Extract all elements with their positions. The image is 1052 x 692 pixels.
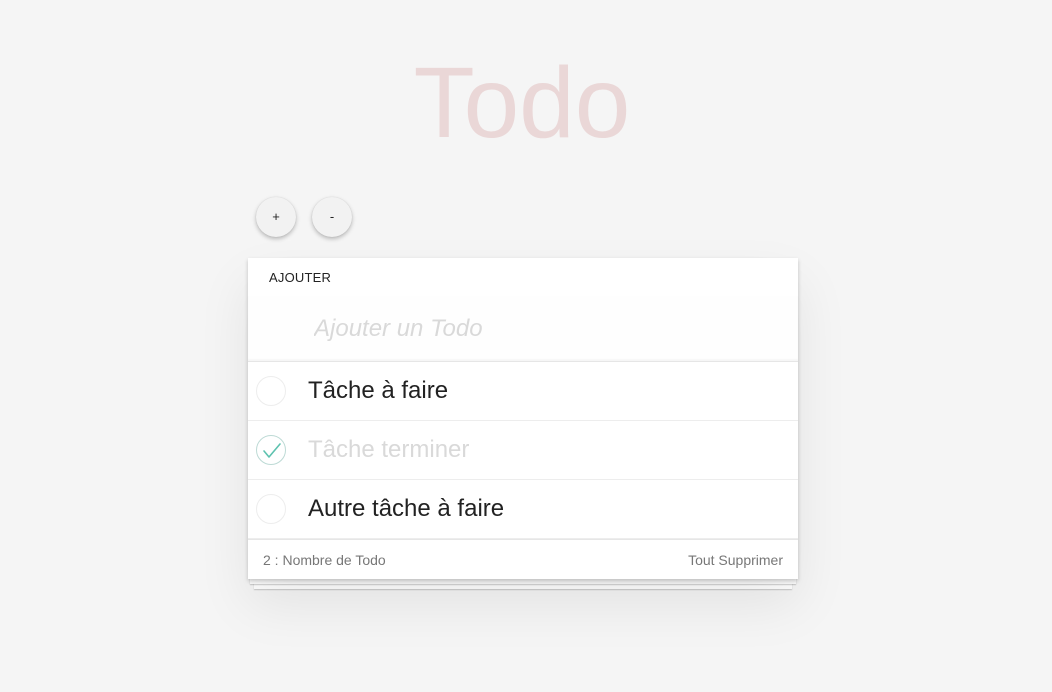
new-todo-input[interactable] bbox=[248, 296, 798, 362]
todo-label[interactable]: Autre tâche à faire bbox=[308, 495, 504, 523]
todo-item: Autre tâche à faire bbox=[248, 480, 798, 539]
app-title: Todo bbox=[413, 47, 631, 159]
remove-button[interactable]: - bbox=[312, 197, 352, 237]
todo-item: Tâche terminer bbox=[248, 421, 798, 480]
todo-item: Tâche à faire bbox=[248, 362, 798, 421]
todo-label[interactable]: Tâche à faire bbox=[308, 377, 448, 405]
todo-count: 2 : Nombre de Todo bbox=[263, 552, 386, 568]
todo-toggle[interactable] bbox=[256, 494, 286, 524]
clear-all-button[interactable]: Tout Supprimer bbox=[688, 552, 783, 568]
todo-card: AJOUTER Tâche à faire Tâche terminer Aut… bbox=[248, 258, 798, 579]
check-icon bbox=[263, 443, 281, 458]
todo-toggle[interactable] bbox=[256, 376, 286, 406]
todo-list: Tâche à faire Tâche terminer Autre tâche… bbox=[248, 362, 798, 539]
card-header: AJOUTER bbox=[248, 258, 798, 296]
card-header-label: AJOUTER bbox=[269, 270, 332, 285]
add-button[interactable]: + bbox=[256, 197, 296, 237]
todo-label[interactable]: Tâche terminer bbox=[308, 436, 469, 464]
card-footer: 2 : Nombre de Todo Tout Supprimer bbox=[248, 539, 798, 579]
todo-toggle[interactable] bbox=[256, 435, 286, 465]
